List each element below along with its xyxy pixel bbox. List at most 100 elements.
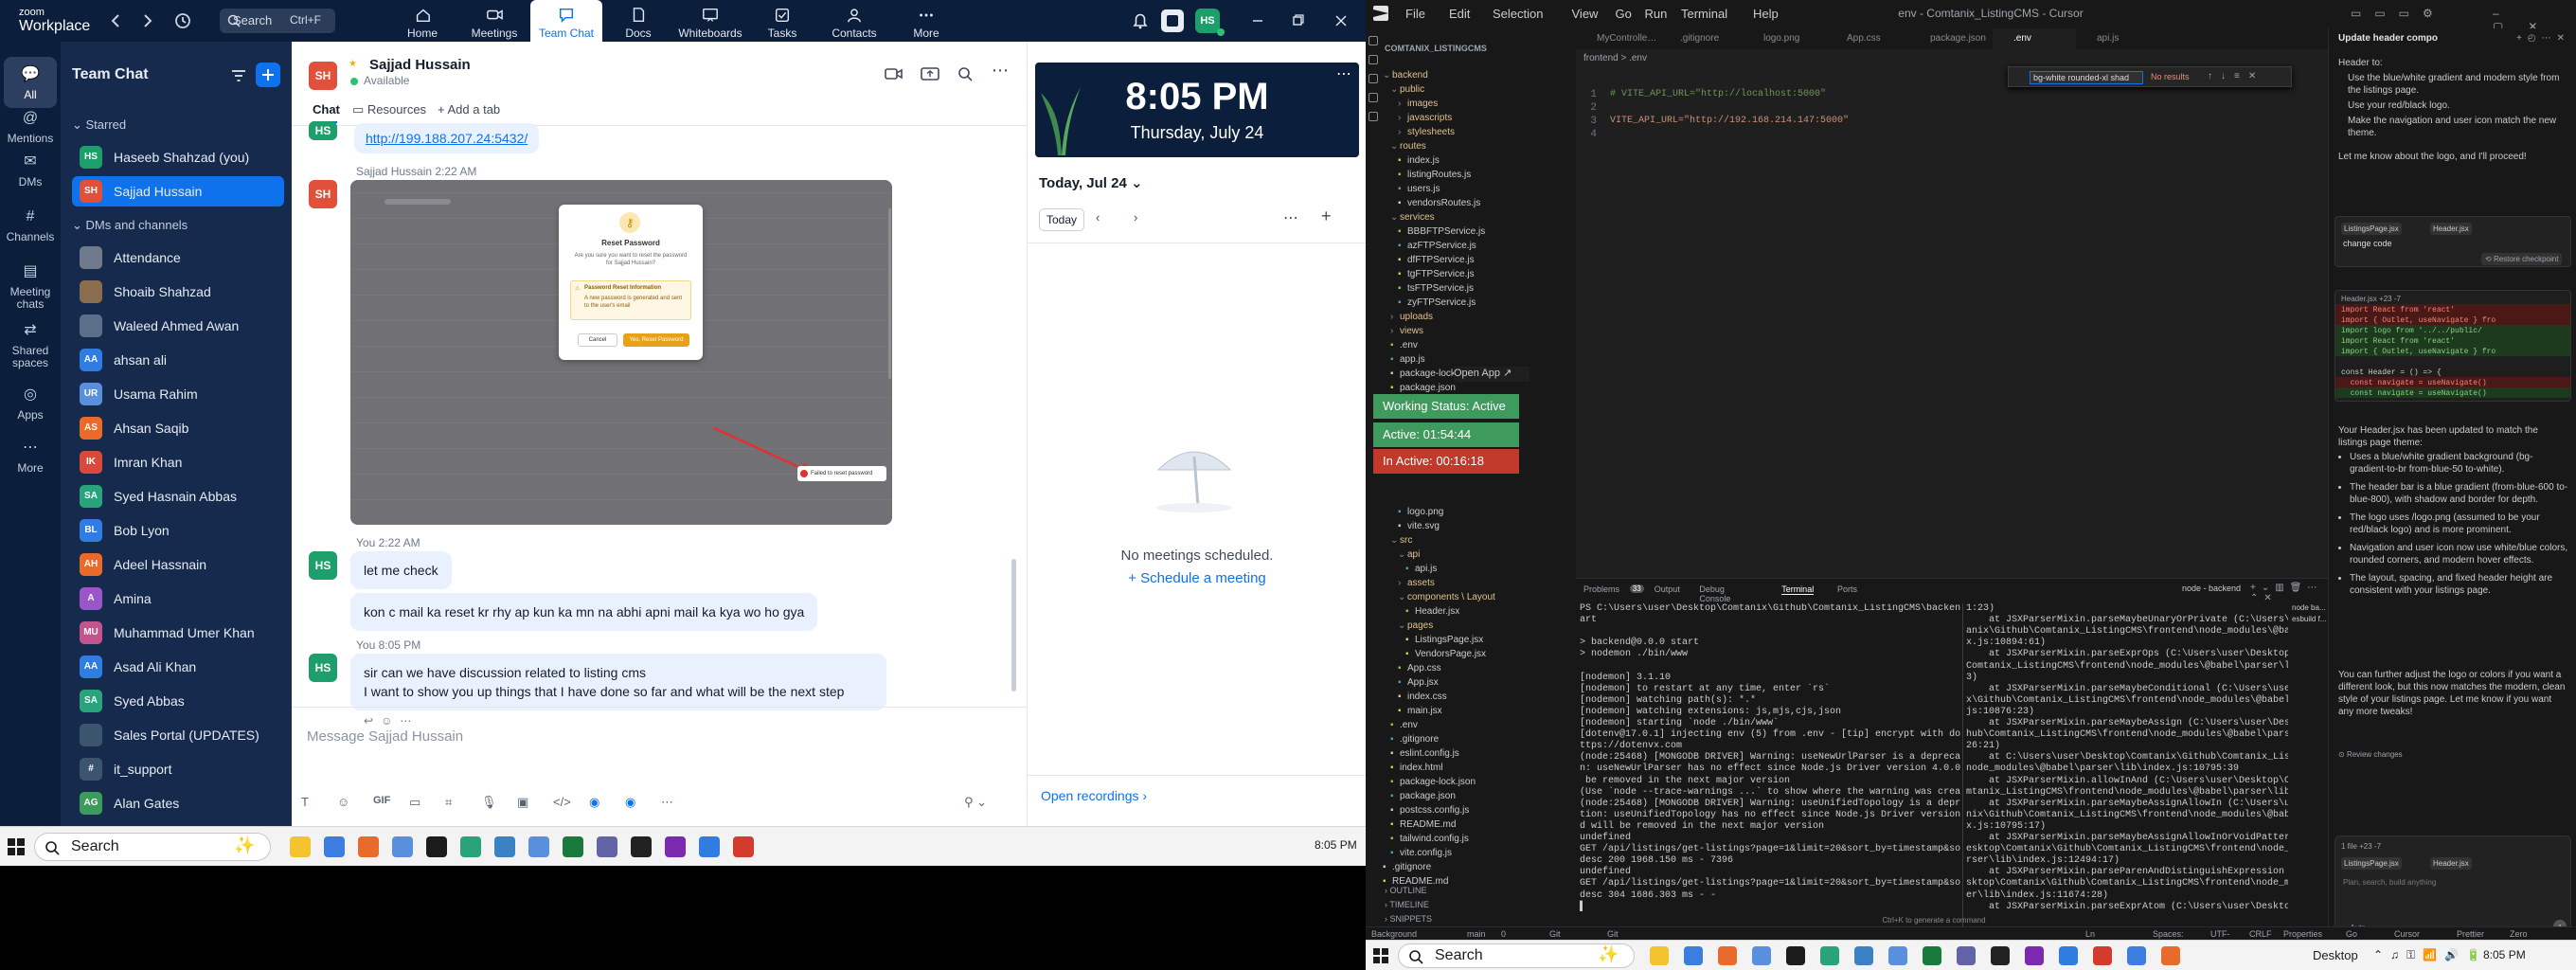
taskbar-app-icon[interactable] <box>631 836 652 857</box>
panel-tab[interactable]: Terminal <box>1781 584 1815 595</box>
screenshot-icon[interactable]: ⌗ <box>445 795 452 810</box>
share-screen-button[interactable] <box>919 64 941 83</box>
editor-tab[interactable]: package.json <box>1909 28 1993 49</box>
find-controls[interactable]: ↑↓≡✕ <box>2208 71 2264 81</box>
chat-row[interactable]: SH Sajjad Hussain <box>72 176 284 207</box>
terminal-actions[interactable]: +⌄▥🗑⋯⌃✕ <box>2250 583 2328 603</box>
panel-tab[interactable]: Output <box>1655 584 1680 594</box>
file-item[interactable]: ▪ vite.config.js <box>1383 846 1452 860</box>
terminal-session[interactable]: node - backend <box>2182 584 2241 593</box>
file-item[interactable]: ▪ api.js <box>1383 562 1437 576</box>
video-message-icon[interactable]: ▣ <box>517 795 528 810</box>
tab-team-chat[interactable]: Team Chat <box>530 0 602 44</box>
schedule-meeting-link[interactable]: + Schedule a meeting <box>1028 570 1366 586</box>
editor-tab[interactable]: api.js <box>2076 28 2159 49</box>
chat-row[interactable]: A Amina <box>72 584 284 614</box>
status-item[interactable]: main <box>1467 927 1486 941</box>
prev-day-button[interactable]: ‹ <box>1096 210 1100 225</box>
folder-item[interactable]: ⌄ pages <box>1383 619 1433 633</box>
folder-item[interactable]: › views <box>1383 324 1423 338</box>
today-button[interactable]: Today <box>1039 208 1084 231</box>
restore-button[interactable] <box>1286 9 1309 32</box>
contact-name[interactable]: Sajjad Hussain <box>369 57 471 73</box>
outline-section[interactable]: › TIMELINE <box>1385 898 1429 912</box>
panel-tab[interactable]: Problems <box>1583 584 1619 594</box>
calendar-more-button[interactable]: ⋯ <box>1283 208 1298 227</box>
chat-row[interactable]: AH Adeel Hassnain <box>72 549 284 580</box>
file-item[interactable]: ▪ users.js <box>1383 182 1440 196</box>
file-item[interactable]: ▪ tsFTPService.js <box>1383 281 1474 296</box>
taskbar-app-icon[interactable] <box>1820 946 1839 965</box>
folder-item[interactable]: ⌄ src <box>1383 533 1412 548</box>
next-day-button[interactable]: › <box>1134 210 1137 225</box>
tab-docs[interactable]: Docs <box>602 0 674 42</box>
taskbar-app-icon[interactable] <box>1854 946 1873 965</box>
files-icon[interactable] <box>1368 36 1378 45</box>
menu-file[interactable]: File <box>1405 7 1425 21</box>
extensions-icon[interactable] <box>1368 112 1378 121</box>
breadcrumb[interactable]: frontend > .env <box>1583 53 1647 63</box>
file-item[interactable]: ▪ .env <box>1383 338 1418 352</box>
editor-tab[interactable]: .env <box>1993 28 2076 49</box>
terminal-split[interactable] <box>1962 603 1963 935</box>
file-item[interactable]: ▪ package.json <box>1383 789 1456 803</box>
folder-item[interactable]: › uploads <box>1383 310 1433 324</box>
message-link[interactable]: http://199.188.207.24:5432/ <box>366 131 528 146</box>
restore-checkpoint-button[interactable]: ⟲ Restore checkpoint <box>2481 253 2563 265</box>
tab-whiteboards[interactable]: Whiteboards <box>674 0 746 42</box>
file-item[interactable]: ▪ .env <box>1383 718 1418 732</box>
app2-icon[interactable]: ◉ <box>625 795 635 810</box>
file-item[interactable]: ▪ index.css <box>1383 690 1447 704</box>
taskbar-app-icon[interactable] <box>1786 946 1805 965</box>
code-text[interactable]: # VITE_API_URL="http://localhost:5000" <box>1610 89 1826 99</box>
minimize-button[interactable] <box>1246 9 1269 32</box>
file-item[interactable]: ▪ .gitignore <box>1383 860 1431 874</box>
file-item[interactable]: ▪ VendorsPage.jsx <box>1383 647 1486 661</box>
chat-title[interactable]: Update header compo <box>2338 32 2438 45</box>
search-input[interactable]: Search Ctrl+F <box>220 9 335 33</box>
system-tray[interactable]: ⌃♫⚿📶🔊🔋 <box>2373 948 2488 962</box>
dms-section[interactable]: ⌄ DMs and channels <box>72 218 188 233</box>
file-item[interactable]: ▪ vendorsRoutes.js <box>1383 196 1480 210</box>
rail-meeting-chats[interactable]: ▤ Meeting chats <box>4 254 57 313</box>
taskbar-clock[interactable]: 8:05 PM <box>2483 948 2526 961</box>
taskbar-app-icon[interactable] <box>665 836 686 857</box>
file-chip[interactable]: ListingsPage.jsx <box>2341 223 2402 235</box>
folder-item[interactable]: › images <box>1383 97 1438 111</box>
notifications-button[interactable] <box>1129 9 1152 32</box>
file-item[interactable]: ▪ tgFTPService.js <box>1383 267 1475 281</box>
search-icon[interactable] <box>1368 55 1378 64</box>
tab-resources[interactable]: ▭ Resources <box>352 102 426 117</box>
chat-row[interactable]: SA Syed Abbas <box>72 686 284 716</box>
open-app-button[interactable]: Open App ↗ <box>1454 367 1530 382</box>
starred-section[interactable]: ⌄ Starred <box>72 117 126 133</box>
chat-row[interactable]: Shoaib Shahzad <box>72 277 284 307</box>
file-item[interactable]: ▪ README.md <box>1383 817 1456 832</box>
tab-add[interactable]: + Add a tab <box>438 102 500 117</box>
code-icon[interactable]: </> <box>553 795 571 809</box>
file-item[interactable]: ▪ App.jsx <box>1383 675 1439 690</box>
taskbar-search[interactable]: Search ✨ <box>34 833 271 861</box>
folder-item[interactable]: › stylesheets <box>1383 125 1455 139</box>
folder-item[interactable]: › assets <box>1383 576 1435 590</box>
file-item[interactable]: ▪ App.css <box>1383 661 1441 675</box>
tab-tasks[interactable]: Tasks <box>746 0 818 42</box>
file-item[interactable]: ▪ package.json <box>1383 381 1456 395</box>
star-icon[interactable]: ★ <box>349 59 357 69</box>
more-icon[interactable]: ⋯ <box>661 795 673 810</box>
review-changes-link[interactable]: ⊙ Review changes <box>2338 748 2403 761</box>
chat-search-button[interactable] <box>955 64 977 83</box>
taskbar-app-icon[interactable] <box>392 836 413 857</box>
taskbar-app-icon[interactable] <box>1684 946 1703 965</box>
audio-icon[interactable]: 🎙 <box>481 795 497 810</box>
terminal-list-item[interactable]: esbuild f... <box>2292 615 2328 623</box>
chat-row[interactable]: UR Usama Rahim <box>72 379 284 409</box>
taskbar-app-icon[interactable] <box>2161 946 2180 965</box>
more-options-button[interactable]: ⋯ <box>989 62 1011 83</box>
editor-tab[interactable]: MyController.js <box>1576 28 1659 49</box>
taskbar-app-icon[interactable] <box>733 836 754 857</box>
whiteboard-quick-button[interactable] <box>1161 9 1184 32</box>
menu-run[interactable]: Run <box>1645 7 1668 21</box>
video-call-button[interactable] <box>883 64 905 83</box>
chat-row[interactable]: BL Bob Lyon <box>72 515 284 546</box>
